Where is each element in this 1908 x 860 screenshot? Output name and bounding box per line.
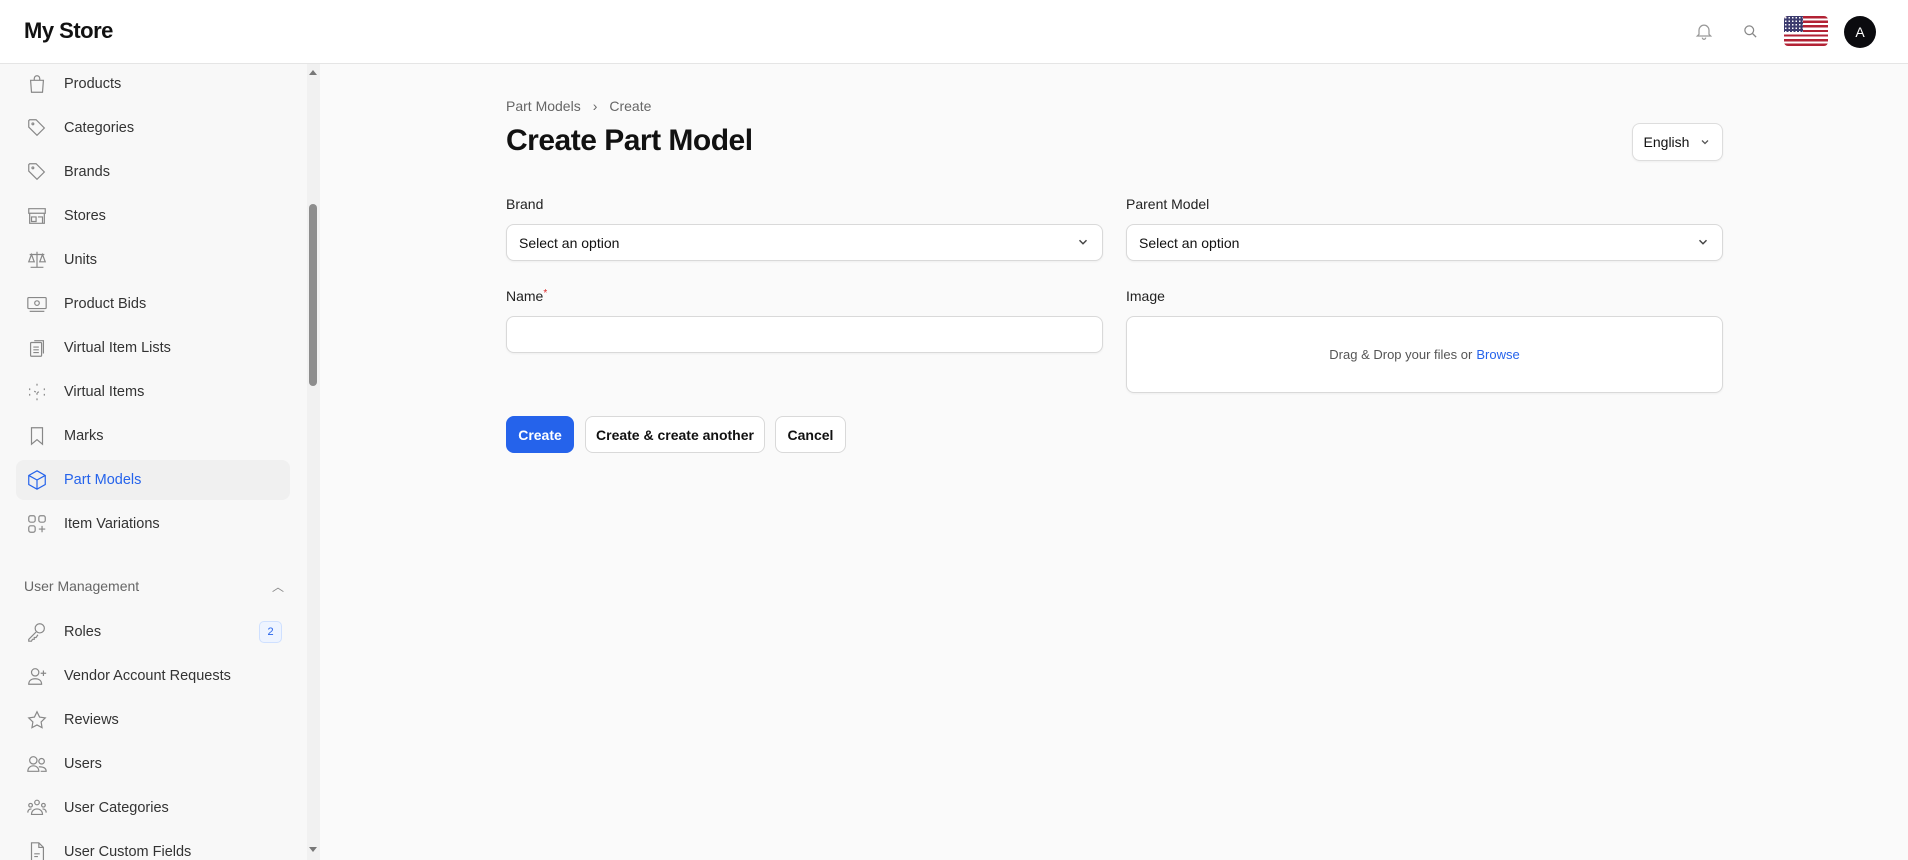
scrollbar-thumb[interactable] [309, 204, 317, 386]
breadcrumb-create: Create [609, 98, 652, 114]
sidebar-item-label: Marks [64, 428, 104, 444]
sidebar-item-label: Categories [64, 120, 135, 136]
name-label: Name* [506, 288, 547, 304]
app-title: My Store [24, 18, 113, 43]
sidebar-item-label: Vendor Account Requests [64, 668, 231, 684]
banknote-icon [27, 296, 47, 312]
cube-icon [28, 470, 46, 490]
user-management-group-header[interactable]: User Management ︿ [24, 578, 284, 594]
parent-model-value: Select an option [1139, 234, 1240, 251]
breadcrumb: Part Models › Create [506, 98, 651, 114]
users-icon [27, 756, 47, 772]
group-label: User Management [24, 578, 140, 594]
brand-label: Brand [506, 196, 544, 212]
sidebar-item-label: Stores [64, 208, 106, 224]
search-icon[interactable] [1737, 18, 1763, 44]
dashed-cube-icon [29, 383, 45, 401]
page-title: Create Part Model [506, 124, 753, 157]
squares-plus-icon [28, 515, 46, 533]
create-another-button[interactable]: Create & create another [585, 416, 765, 453]
name-label-text: Name [506, 288, 544, 304]
sidebar-item-reviews[interactable]: Reviews [16, 700, 290, 740]
sidebar-item-units[interactable]: Units [16, 240, 290, 280]
sidebar-item-label: Reviews [64, 712, 119, 728]
sidebar-item-label: Users [64, 756, 102, 772]
sidebar-item-vendor-account-requests[interactable]: Vendor Account Requests [16, 656, 290, 696]
browse-link[interactable]: Browse [1476, 347, 1519, 362]
chevron-down-icon [1702, 140, 1709, 145]
required-mark: * [543, 288, 548, 299]
sidebar-item-stores[interactable]: Stores [16, 196, 290, 236]
sidebar-item-label: Products [64, 76, 122, 92]
user-plus-icon [28, 668, 47, 685]
chevron-right-icon: › [592, 98, 598, 114]
brand-value: Select an option [519, 234, 620, 251]
sidebar-item-label: Roles [64, 624, 102, 640]
tag-icon [28, 119, 46, 137]
cancel-button[interactable]: Cancel [775, 416, 846, 453]
sidebar-item-label: Virtual Item Lists [64, 340, 171, 356]
sidebar-item-users[interactable]: Users [16, 744, 290, 784]
shopping-bag-icon [29, 75, 45, 93]
parent-model-select[interactable]: Select an option [1126, 224, 1723, 261]
sidebar-item-label: Product Bids [64, 296, 147, 312]
sidebar-item-roles[interactable]: Roles 2 [16, 612, 290, 652]
name-input[interactable] [506, 316, 1103, 353]
parent-model-label: Parent Model [1126, 196, 1210, 212]
sidebar-item-label: Item Variations [64, 516, 160, 532]
sidebar-item-part-models[interactable]: Part Models [16, 460, 290, 500]
bell-icon[interactable] [1691, 18, 1717, 44]
chevron-down-icon [1078, 239, 1088, 245]
key-icon [28, 623, 45, 642]
image-dropzone[interactable]: Drag & Drop your files or Browse [1126, 316, 1723, 393]
document-icon [30, 842, 45, 860]
sidebar-item-label: Part Models [64, 472, 142, 488]
sidebar-item-label: Units [64, 252, 98, 268]
sidebar-item-categories[interactable]: Categories [16, 108, 290, 148]
us-flag-icon[interactable] [1784, 16, 1828, 46]
dropzone-text: Drag & Drop your files or [1329, 347, 1473, 362]
sidebar-item-user-categories[interactable]: User Categories [16, 788, 290, 828]
user-group-icon [27, 799, 47, 816]
sidebar-item-label: User Categories [64, 800, 169, 816]
sidebar-item-label: Brands [64, 164, 110, 180]
brand-select[interactable]: Select an option [506, 224, 1103, 261]
image-label: Image [1126, 288, 1165, 304]
bookmark-icon [30, 427, 44, 446]
sidebar-item-label: Virtual Items [64, 384, 145, 400]
top-header: My Store A [0, 0, 1908, 64]
sidebar-item-user-custom-fields[interactable]: User Custom Fields [16, 832, 290, 860]
store-icon [28, 208, 46, 224]
count-badge: 2 [259, 621, 282, 643]
star-icon [27, 710, 47, 729]
sidebar-item-marks[interactable]: Marks [16, 416, 290, 456]
avatar[interactable]: A [1844, 16, 1876, 48]
tag-icon [28, 163, 46, 181]
clipboard-list-icon [29, 340, 45, 357]
sidebar-item-label: User Custom Fields [64, 844, 192, 860]
sidebar-item-products[interactable]: Products [16, 64, 290, 104]
sidebar-item-virtual-items[interactable]: Virtual Items [16, 372, 290, 412]
sidebar-item-product-bids[interactable]: Product Bids [16, 284, 290, 324]
sidebar: User Management ︿ Products Categories Bran… [0, 64, 320, 860]
scroll-down-icon[interactable] [309, 847, 317, 852]
sidebar-item-item-variations[interactable]: Item Variations [16, 504, 290, 544]
scroll-up-icon[interactable] [309, 70, 317, 75]
scale-icon [27, 251, 47, 268]
breadcrumb-part-models[interactable]: Part Models [506, 98, 581, 114]
sidebar-item-brands[interactable]: Brands [16, 152, 290, 192]
create-button[interactable]: Create [506, 416, 574, 453]
sidebar-scrollbar[interactable] [307, 64, 320, 860]
chevron-down-icon [1698, 239, 1708, 245]
chevron-up-icon[interactable]: ︿ [272, 578, 284, 595]
language-select[interactable]: English [1632, 123, 1723, 161]
language-value: English [1643, 134, 1690, 150]
sidebar-item-virtual-item-lists[interactable]: Virtual Item Lists [16, 328, 290, 368]
